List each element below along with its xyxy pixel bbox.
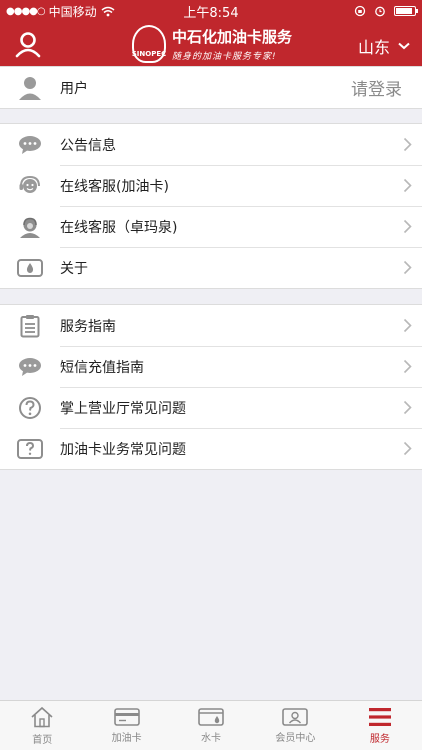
sms-icon [19,357,41,376]
user-profile-button[interactable] [14,30,42,58]
list-item-mobile-hall-faq[interactable]: 掌上营业厅常见问题 [0,387,422,428]
carrier-label: 中国移动 [48,4,97,19]
water-card-icon [198,707,224,726]
user-label: 用户 [60,80,88,97]
list-item-label: 掌上营业厅常见问题 [60,400,186,417]
chevron-right-icon [403,400,412,415]
chevron-right-icon [403,178,412,193]
user-icon [15,32,41,58]
alarm-icon [375,6,385,17]
brand-title: 中石化加油卡服务 [172,28,293,46]
chevron-right-icon [403,260,412,275]
wifi-icon [101,6,115,16]
about-icon [17,258,43,277]
tab-label: 首页 [32,734,53,746]
help-section: 服务指南 短信充值指南 掌上营业厅常见问题 加油卡业务常见问题 [0,304,422,470]
login-hint[interactable]: 请登录 [351,75,402,100]
home-icon [31,706,53,727]
list-item-label: 服务指南 [60,318,116,335]
chevron-right-icon [403,359,412,374]
region-selector[interactable]: 山东 [358,34,410,58]
list-item-announcements[interactable]: 公告信息 [0,124,422,165]
clock: 上午8:54 [183,5,239,21]
chevron-right-icon [403,219,412,234]
brand-slogan: 随身的加油卡服务专家! [172,52,277,62]
chevron-right-icon [403,318,412,333]
tab-fuel-card[interactable]: 加油卡 [84,701,168,750]
chevron-down-icon [398,42,410,50]
chevron-right-icon [403,441,412,456]
list-item-fuel-card-faq[interactable]: 加油卡业务常见问题 [0,428,422,469]
battery-icon [394,6,418,16]
user-login-row[interactable]: 用户 请登录 [0,67,422,108]
menu-icon [368,707,391,726]
member-card-icon [282,707,309,726]
tab-label: 会员中心 [275,732,316,744]
user-section: 用户 请登录 [0,66,422,109]
list-item-label: 在线客服(加油卡) [60,178,169,195]
tab-label: 加油卡 [111,732,142,744]
tab-service[interactable]: 服务 [338,701,422,750]
question-circle-icon [19,396,41,419]
info-section: 公告信息 在线客服(加油卡) 在线客服（卓玛泉) 关于 [0,123,422,289]
fuel-card-icon [113,707,140,726]
region-label: 山东 [357,38,390,57]
app-header: SINOPEC 中石化加油卡服务 随身的加油卡服务专家! 山东 [0,22,422,66]
rotation-lock-icon [354,5,366,17]
chat-bubble-icon [19,135,41,154]
question-square-icon [17,438,43,459]
signal-icon: ●●●●○ [6,5,46,17]
list-item-label: 关于 [60,260,88,277]
headset-icon [19,175,40,193]
list-item-online-service-card[interactable]: 在线客服(加油卡) [0,165,422,206]
sinopec-logo: SINOPEC [132,25,166,63]
person-icon [19,76,41,100]
agent-icon [20,217,40,238]
tab-home[interactable]: 首页 [0,701,84,750]
list-item-sms-recharge-guide[interactable]: 短信充值指南 [0,346,422,387]
tab-member-center[interactable]: 会员中心 [253,701,337,750]
status-bar: ●●●●○ 中国移动 上午8:54 [0,0,422,22]
tab-label: 服务 [369,733,390,745]
list-item-service-guide[interactable]: 服务指南 [0,305,422,346]
tab-label: 水卡 [201,732,222,744]
chevron-right-icon [403,137,412,152]
list-item-label: 加油卡业务常见问题 [60,441,186,458]
tab-water-card[interactable]: 水卡 [169,701,253,750]
logo-text: SINOPEC [131,50,167,58]
list-item-about[interactable]: 关于 [0,247,422,288]
list-item-label: 公告信息 [60,137,116,154]
brand: SINOPEC 中石化加油卡服务 随身的加油卡服务专家! [132,25,292,63]
list-item-label: 在线客服（卓玛泉) [60,219,178,236]
tab-bar: 首页 加油卡 水卡 会员中心 服务 [0,700,422,750]
list-item-online-service-water[interactable]: 在线客服（卓玛泉) [0,206,422,247]
clipboard-icon [20,314,40,337]
list-item-label: 短信充值指南 [60,359,144,376]
